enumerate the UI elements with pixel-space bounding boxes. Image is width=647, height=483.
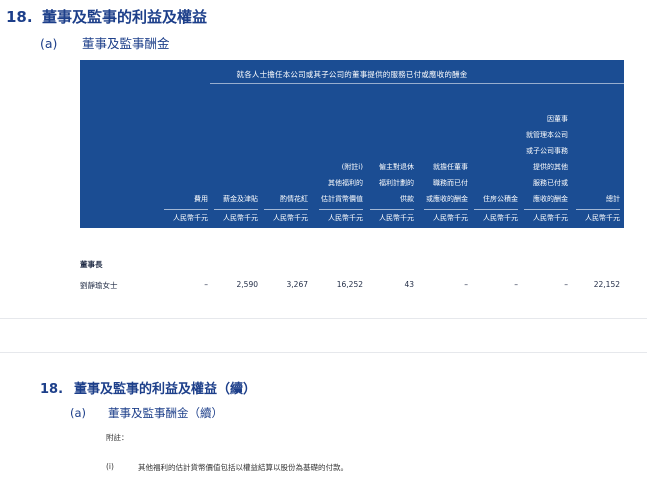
note-text: 其他福利的估計貨幣價值包括以權益結算以股份為基礎的付款。 [138, 463, 348, 472]
note-marker: (i) [106, 462, 114, 471]
table-cell: – [204, 280, 208, 289]
table-cell: – [564, 280, 568, 289]
column-header-line: 提供的其他 [533, 163, 568, 171]
page-divider [0, 352, 647, 353]
director-name: 劉靜瑜女士 [80, 281, 118, 290]
table-cell: 3,267 [286, 280, 308, 289]
column-header-line: 住房公積金 [483, 195, 518, 203]
column-header-line: 總計 [606, 195, 620, 203]
column-header-line: 就管理本公司 [526, 131, 568, 139]
column-header-line: 就擔任董事 [433, 163, 468, 171]
column-rule [319, 209, 363, 210]
column-header-line: 供款 [400, 195, 414, 203]
column-header: 因董事就管理本公司 或子公司事務提供的其他服務已付或應收的酬金人民幣千元 [520, 60, 572, 228]
section-number: 18. [40, 382, 64, 397]
section-title: 董事及監事的利益及權益（續） [74, 382, 257, 397]
column-rule [524, 209, 568, 210]
column-unit: 人民幣千元 [173, 214, 208, 222]
table-row: 劉靜瑜女士 – 2,590 3,267 16,252 43 – – – 22,152 [80, 280, 624, 292]
column-unit: 人民幣千元 [379, 214, 414, 222]
column-header-line: 費用 [194, 195, 208, 203]
column-rule [474, 209, 518, 210]
column-header: 薪金及津貼人民幣千元 [210, 60, 262, 228]
section-heading: 18. 董事及監事的利益及權益 [6, 6, 207, 27]
table-cell: 43 [404, 280, 414, 289]
table-cell: 2,590 [236, 280, 258, 289]
column-rule [424, 209, 468, 210]
notes-label: 附註： [106, 433, 129, 442]
column-header-line: 其他福利的 [328, 179, 363, 187]
section-title: 董事及監事的利益及權益 [42, 8, 208, 26]
section-number: 18. [6, 8, 33, 26]
column-rule [576, 209, 620, 210]
page-divider [0, 318, 647, 319]
column-rule [370, 209, 414, 210]
column-header: 僱主對退休福利計劃的供款人民幣千元 [366, 60, 418, 228]
column-header: 住房公積金人民幣千元 [470, 60, 522, 228]
table-cell: – [464, 280, 468, 289]
table-cell: 16,252 [336, 280, 363, 289]
column-header-line: 因董事 [547, 115, 568, 123]
column-rule [214, 209, 258, 210]
column-header: (附註i) 其他福利的估計貨幣價值人民幣千元 [315, 60, 367, 228]
column-header-line: 酌情花紅 [280, 195, 308, 203]
subsection-heading: (a) 董事及監事酬金 [40, 33, 170, 52]
subsection-heading-continued: (a) 董事及監事酬金（續） [70, 405, 223, 421]
table-cell: – [514, 280, 518, 289]
row-category: 董事長 [80, 260, 103, 269]
column-header-line: 福利計劃的 [379, 179, 414, 187]
column-header: 酌情花紅人民幣千元 [260, 60, 312, 228]
column-header-line: 或子公司事務 [526, 147, 568, 155]
column-rule [164, 209, 208, 210]
subsection-title: 董事及監事酬金（續） [108, 406, 223, 420]
subsection-title: 董事及監事酬金 [82, 36, 170, 51]
column-rule [264, 209, 308, 210]
column-header-line: 估計貨幣價值 [321, 195, 363, 203]
column-header-line: 或應收的酬金 [426, 195, 468, 203]
column-header: 總計人民幣千元 [572, 60, 624, 228]
column-header-line: (附註i) [341, 163, 363, 171]
column-unit: 人民幣千元 [585, 214, 620, 222]
column-header-line: 服務已付或 [533, 179, 568, 187]
subsection-label: (a) [70, 406, 87, 420]
section-heading-continued: 18. 董事及監事的利益及權益（續） [40, 378, 256, 397]
column-header-line: 僱主對退休 [379, 163, 414, 171]
column-header: 就擔任董事職務而已付或應收的酬金人民幣千元 [420, 60, 472, 228]
subsection-label: (a) [40, 36, 58, 51]
column-unit: 人民幣千元 [533, 214, 568, 222]
column-unit: 人民幣千元 [223, 214, 258, 222]
column-unit: 人民幣千元 [433, 214, 468, 222]
column-header-line: 職務而已付 [433, 179, 468, 187]
column-header: 費用人民幣千元 [160, 60, 212, 228]
column-unit: 人民幣千元 [483, 214, 518, 222]
table-cell: 22,152 [593, 280, 620, 289]
table-header-band: 就各人士擔任本公司或其子公司的董事提供的服務已付或應收的酬金 費用 人民幣千元 薪金… [80, 60, 624, 228]
column-unit: 人民幣千元 [328, 214, 363, 222]
note-item: (i) 其他福利的估計貨幣價值包括以權益結算以股份為基礎的付款。 [106, 462, 348, 473]
column-unit: 人民幣千元 [273, 214, 308, 222]
column-header-line: 薪金及津貼 [223, 195, 258, 203]
column-header-line: 應收的酬金 [533, 195, 568, 203]
